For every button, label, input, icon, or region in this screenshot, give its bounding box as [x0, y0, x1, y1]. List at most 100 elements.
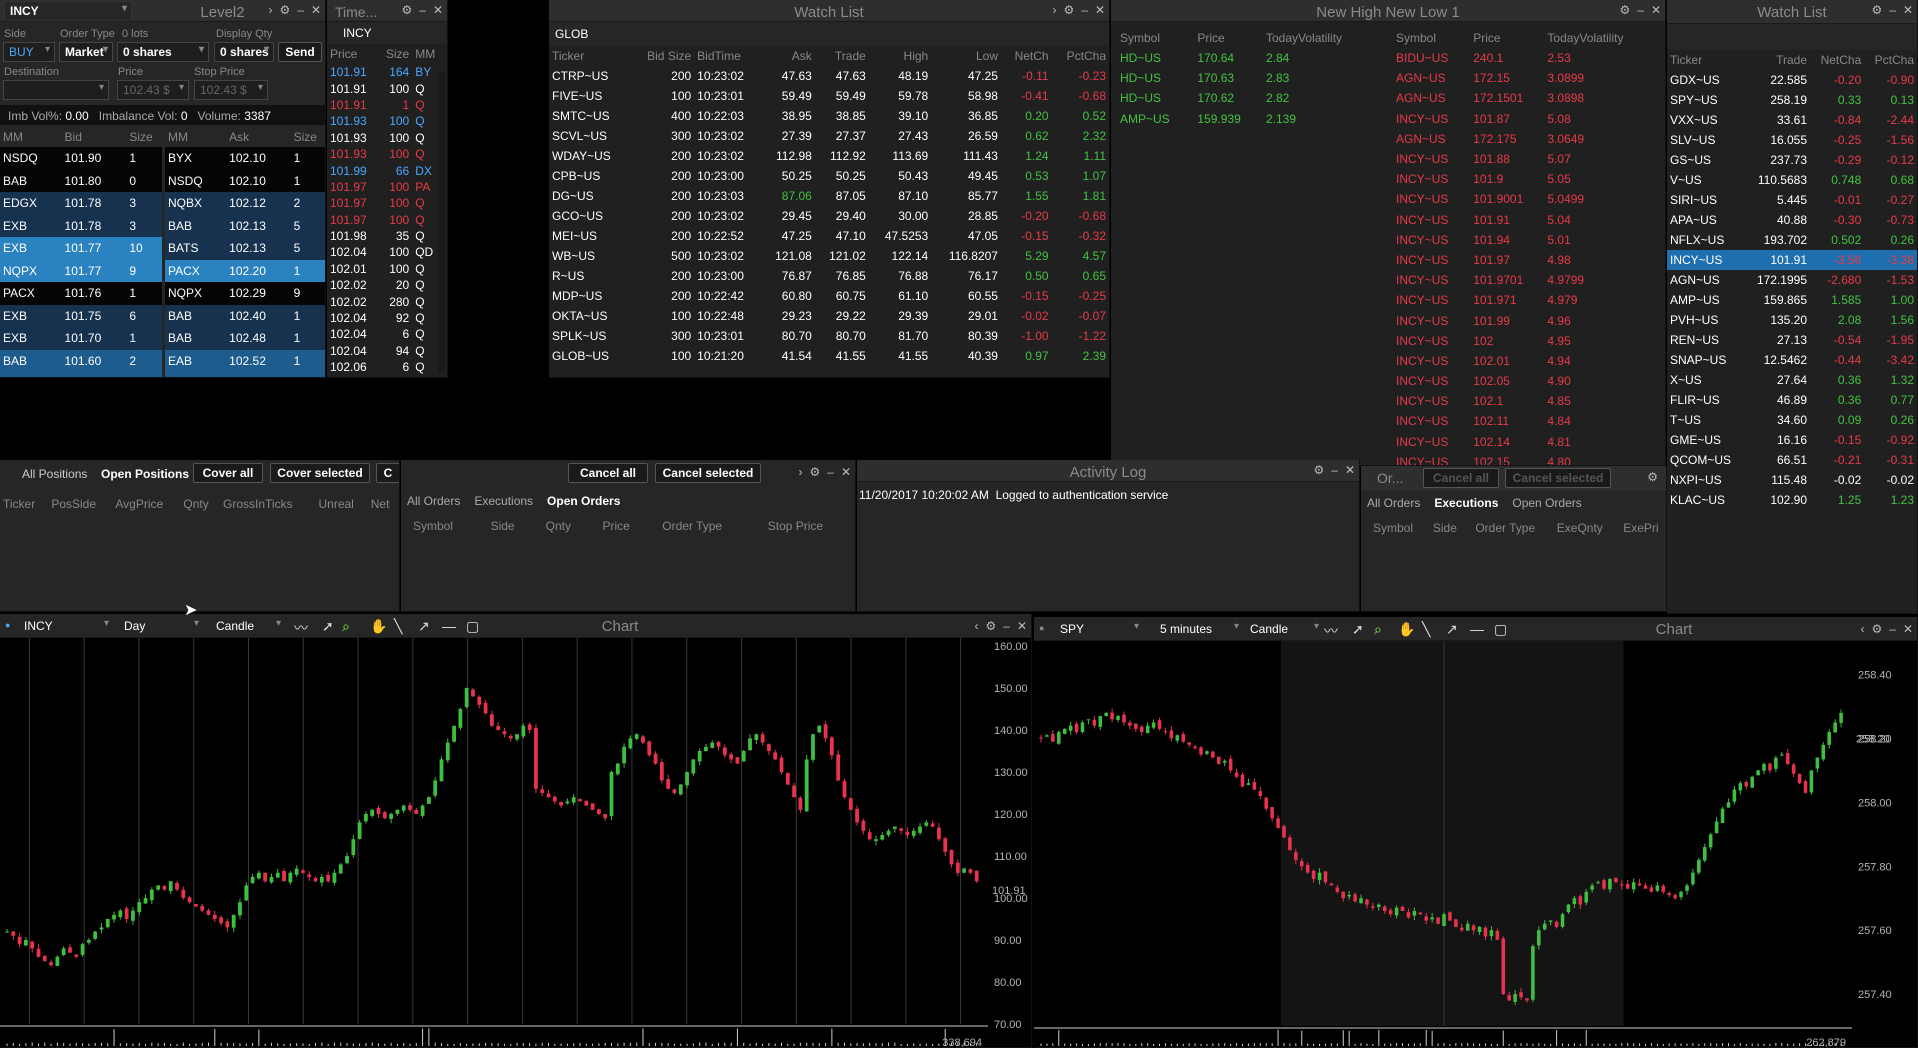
ask-row[interactable]: NSDQ 102.10 1: [165, 169, 325, 192]
wl-col-header[interactable]: Ask: [761, 46, 815, 66]
orders-tab[interactable]: Open Orders: [547, 494, 620, 508]
wl-col-header[interactable]: PctCha: [1052, 46, 1109, 66]
orders-col-header[interactable]: Price: [591, 516, 651, 536]
wl-col-header[interactable]: NetCh: [1001, 46, 1052, 66]
ts-col-header[interactable]: MM: [412, 44, 443, 64]
watchlist2-row[interactable]: SNAP~US 12.5462 -0.44 -3.42: [1667, 350, 1917, 370]
ts-row[interactable]: 101.97 100 PA: [327, 179, 443, 195]
watchlist-row[interactable]: MDP~US 200 10:22:42 60.80 60.75 61.10 60.55 -0.…: [549, 286, 1109, 306]
close-icon[interactable]: ✕: [1095, 3, 1105, 17]
orders-col-header[interactable]: Qnty: [534, 516, 591, 536]
watchlist2-row[interactable]: INCY~US 101.91 -3.56 -3.38: [1667, 250, 1917, 270]
orders-col-header[interactable]: Side: [1421, 518, 1463, 538]
arrow-icon[interactable]: ↗: [418, 618, 430, 635]
ts-row[interactable]: 101.91 100 Q: [327, 80, 443, 96]
wl-col-header[interactable]: BidTime: [694, 46, 761, 66]
bid-row[interactable]: BAB 101.80 0: [0, 169, 162, 192]
orders-col-header[interactable]: Symbol: [401, 516, 479, 536]
watchlist2-row[interactable]: REN~US 27.13 -0.54 -1.95: [1667, 330, 1917, 350]
ts-row[interactable]: 101.93 100 Q: [327, 130, 443, 146]
level2-symbol-input[interactable]: INCY: [4, 1, 132, 21]
pan-icon[interactable]: ✋: [370, 618, 387, 635]
ts-row[interactable]: 102.09100QD: [327, 375, 443, 378]
cover-selected-button[interactable]: Cover selected: [270, 463, 370, 483]
nhnl-row[interactable]: AMP~US 159.939 2.139: [1117, 109, 1377, 129]
zoom-icon[interactable]: ⌕: [342, 618, 350, 635]
orders-tab[interactable]: Open Orders: [1512, 496, 1581, 510]
gear-icon[interactable]: ⚙: [1619, 3, 1630, 17]
cover-more-button[interactable]: C: [376, 463, 399, 483]
ts-row[interactable]: 101.99 66 DX: [327, 162, 443, 178]
display-qty-input[interactable]: 0 shares: [214, 42, 274, 62]
gear-icon[interactable]: ⚙: [1313, 463, 1324, 477]
order-type-select[interactable]: Market: [59, 42, 113, 62]
watchlist2-row[interactable]: SIRI~US 5.445 -0.01 -0.27: [1667, 190, 1917, 210]
watchlist2-symbol-input[interactable]: [1667, 24, 1917, 50]
watchlist-row[interactable]: OKTA~US 100 10:22:48 29.23 29.22 29.39 29.01 -0…: [549, 306, 1109, 326]
wl-col-header[interactable]: Low: [931, 46, 1001, 66]
gear-icon[interactable]: ⚙: [1871, 3, 1882, 17]
gear-icon[interactable]: ⚙: [809, 465, 820, 479]
watchlist2-row[interactable]: AGN~US 172.1995 -2.680 -1.53: [1667, 270, 1917, 290]
chart1-symbol-select[interactable]: INCY: [18, 616, 114, 636]
cursor-icon[interactable]: ➚: [322, 618, 334, 635]
watchlist-row[interactable]: CPB~US 200 10:23:00 50.25 50.25 50.43 49.45 0.5…: [549, 166, 1109, 186]
close-icon[interactable]: ✕: [1651, 3, 1661, 17]
positions-col-header[interactable]: AvgPrice: [112, 494, 180, 514]
cancel-selected-button-2[interactable]: Cancel selected: [1505, 468, 1611, 488]
pan-icon[interactable]: ✋: [1398, 621, 1415, 638]
bid-row[interactable]: EXB 101.77 10: [0, 237, 162, 260]
nhnl-row[interactable]: INCY~US 101.99 4.96: [1393, 310, 1653, 330]
orders-tab[interactable]: Executions: [474, 494, 533, 508]
chart2-symbol-select[interactable]: SPY: [1054, 619, 1144, 639]
gear-icon[interactable]: ⚙: [1871, 622, 1882, 636]
ask-row[interactable]: EDGA102.521: [165, 372, 325, 377]
side-select[interactable]: BUY: [3, 42, 55, 62]
bid-row[interactable]: EXB 101.70 1: [0, 327, 162, 350]
watchlist2-row[interactable]: SPY~US 258.19 0.33 0.13: [1667, 90, 1917, 110]
ask-row[interactable]: BAB 102.13 5: [165, 214, 325, 237]
nhnl-row[interactable]: BIDU~US 240.1 2.53: [1393, 48, 1653, 68]
chart2-style-select[interactable]: Candle: [1244, 619, 1324, 639]
tab-open-positions[interactable]: Open Positions: [101, 467, 189, 481]
watchlist2-row[interactable]: V~US 110.5683 0.748 0.68: [1667, 170, 1917, 190]
close-icon[interactable]: ✕: [433, 3, 443, 17]
watchlist2-row[interactable]: FLIR~US 46.89 0.36 0.77: [1667, 390, 1917, 410]
chart1-style-select[interactable]: Candle: [210, 616, 286, 636]
watchlist2-row[interactable]: KLAC~US 102.90 1.25 1.23: [1667, 490, 1917, 510]
nhnl-row[interactable]: INCY~US 102.11 4.84: [1393, 411, 1653, 431]
tab-all-positions[interactable]: All Positions: [22, 467, 87, 481]
watchlist2-row[interactable]: GDX~US 22.585 -0.20 -0.90: [1667, 70, 1917, 90]
nhnl-col-header[interactable]: TodayVolatility: [1263, 28, 1377, 48]
ask-row[interactable]: BATS 102.13 5: [165, 237, 325, 260]
nhnl-row[interactable]: AGN~US 172.1501 3.0898: [1393, 88, 1653, 108]
gear-icon[interactable]: ⚙: [985, 619, 996, 633]
watchlist-row[interactable]: MEI~US 200 10:22:52 47.25 47.10 47.5253 47.05 -…: [549, 226, 1109, 246]
send-button[interactable]: Send: [278, 42, 322, 62]
positions-col-header[interactable]: Qnty: [180, 494, 220, 514]
minimize-icon[interactable]: –: [419, 3, 426, 17]
bid-row[interactable]: PACX 101.76 1: [0, 282, 162, 305]
chart1-svg[interactable]: 160.00150.00140.00130.00120.00110.00100.…: [0, 638, 1032, 1048]
ask-row[interactable]: PACX 102.20 1: [165, 259, 325, 282]
cancel-selected-button[interactable]: Cancel selected: [655, 463, 761, 483]
watchlist-row[interactable]: R~US 200 10:23:00 76.87 76.85 76.88 76.17 0.50 0…: [549, 266, 1109, 286]
destination-select[interactable]: [3, 80, 109, 100]
minimize-icon[interactable]: –: [1003, 619, 1010, 633]
orders-tab[interactable]: All Orders: [407, 494, 460, 508]
nhnl-col-header[interactable]: Price: [1194, 28, 1263, 48]
ask-row[interactable]: BAB 102.48 1: [165, 327, 325, 350]
nhnl-col-header[interactable]: Symbol: [1117, 28, 1194, 48]
wl2-col-header[interactable]: PctCha: [1864, 50, 1917, 70]
watchlist-row[interactable]: GCO~US 200 10:23:02 29.45 29.40 30.00 28.85 -0.…: [549, 206, 1109, 226]
price-input[interactable]: 102.43 $: [117, 80, 189, 100]
watchlist2-row[interactable]: VXX~US 33.61 -0.84 -2.44: [1667, 110, 1917, 130]
chart2-interval-select[interactable]: 5 minutes: [1154, 619, 1244, 639]
ask-row[interactable]: NQPX 102.29 9: [165, 282, 325, 305]
gear-icon[interactable]: ⚙: [1647, 470, 1658, 484]
positions-col-header[interactable]: Net: [368, 494, 399, 514]
ts-row[interactable]: 102.06 6 Q: [327, 359, 443, 375]
ts-row[interactable]: 102.02 280 Q: [327, 293, 443, 309]
close-icon[interactable]: ✕: [841, 465, 851, 479]
ask-row[interactable]: BAB 102.40 1: [165, 304, 325, 327]
